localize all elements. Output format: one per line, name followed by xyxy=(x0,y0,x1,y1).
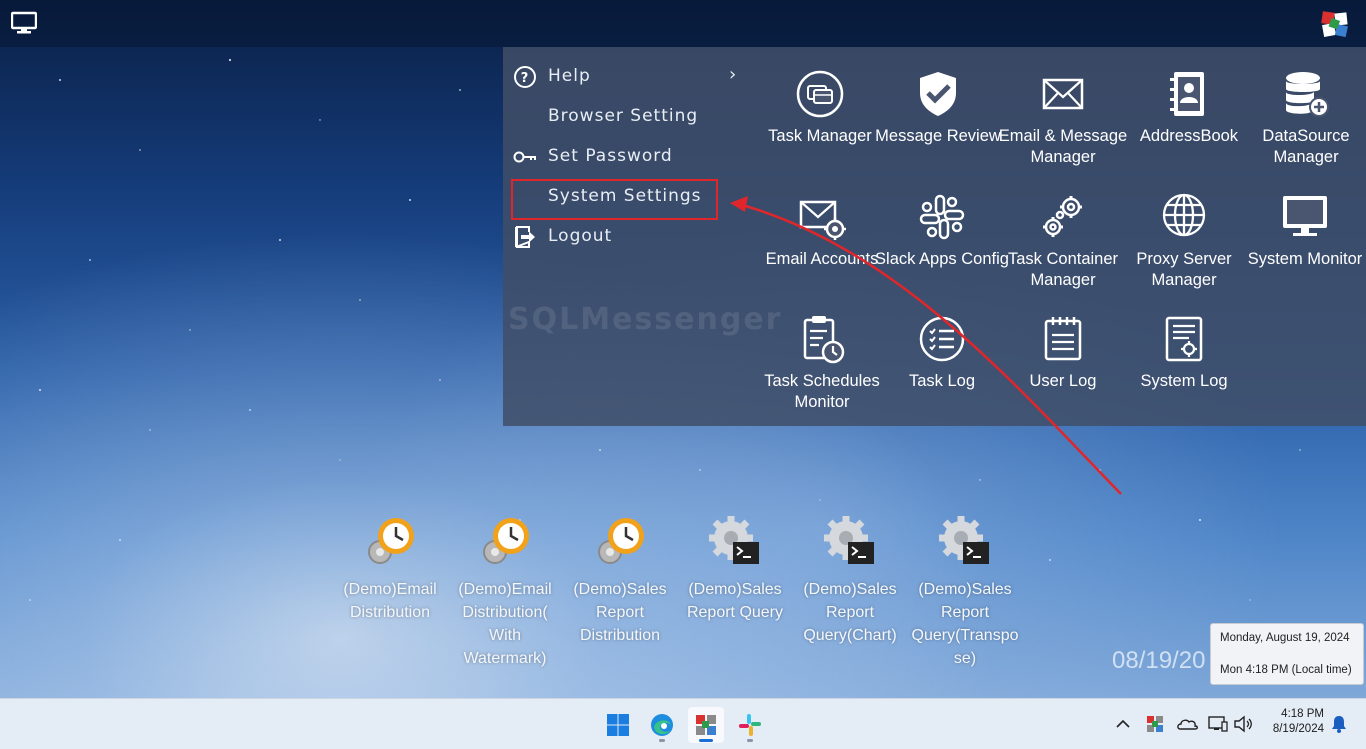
logout-icon xyxy=(515,226,535,248)
tile-email-message-manager[interactable]: Email & Message Manager xyxy=(994,69,1132,184)
onedrive-icon[interactable] xyxy=(1176,713,1198,735)
address-book-icon xyxy=(1170,72,1204,116)
sqlmessenger-logo-icon[interactable] xyxy=(1320,10,1350,38)
clock-time: 4:18 PM xyxy=(1281,708,1324,720)
shield-check-icon xyxy=(920,72,956,116)
volume-icon[interactable] xyxy=(1232,713,1254,735)
tile-proxy-server-manager[interactable]: Proxy Server Manager xyxy=(1115,192,1253,307)
tile-label: Message Review xyxy=(875,127,1001,145)
menu-item-label: Browser Setting xyxy=(548,106,699,126)
sqlmessenger-watermark: SQLMessenger xyxy=(508,302,783,337)
sqlmessenger-icon xyxy=(696,715,716,735)
taskbar-app-slack[interactable] xyxy=(732,707,768,743)
clock-gear-icon xyxy=(598,518,644,564)
gear-terminal-icon xyxy=(939,516,989,564)
clipboard-clock-icon xyxy=(803,316,845,364)
envelope-icon xyxy=(1042,78,1084,110)
clock-gear-icon xyxy=(368,518,414,564)
desktop-icon-label: (Demo)Email Distribution( With Watermark… xyxy=(458,581,552,667)
tile-label: DataSource Manager xyxy=(1262,127,1350,166)
tooltip-time: Mon 4:18 PM (Local time) xyxy=(1220,664,1352,676)
menu-item-label: Logout xyxy=(548,226,613,246)
top-bar xyxy=(0,0,1366,47)
svg-text:?: ? xyxy=(521,71,530,86)
tile-label: Proxy Server Manager xyxy=(1136,250,1232,289)
gears-icon xyxy=(1043,196,1082,237)
key-icon xyxy=(513,151,536,163)
globe-icon xyxy=(1162,193,1206,237)
menu-item-browser-setting[interactable]: Browser Setting xyxy=(503,97,753,137)
email-settings-icon xyxy=(799,200,846,240)
menu-item-logout[interactable]: Logout xyxy=(503,217,753,257)
tile-message-review[interactable]: Message Review xyxy=(869,69,1007,184)
tile-label: System Monitor xyxy=(1247,250,1363,268)
tile-datasource-manager[interactable]: DataSource Manager xyxy=(1237,69,1366,184)
task-manager-icon xyxy=(796,70,844,118)
tile-task-schedules-monitor[interactable]: Task Schedules Monitor xyxy=(753,314,891,429)
notification-bell-icon[interactable] xyxy=(1328,713,1350,735)
tooltip-date: Monday, August 19, 2024 xyxy=(1220,632,1350,644)
desktop-icon-label: (Demo)Sales Report Query(Chart) xyxy=(803,581,897,644)
tile-label: Task Log xyxy=(908,372,976,390)
list-check-icon xyxy=(919,316,965,362)
clock-tooltip: Monday, August 19, 2024 Mon 4:18 PM (Loc… xyxy=(1210,623,1364,685)
slack-icon xyxy=(919,194,965,240)
monitor-icon xyxy=(1283,196,1327,236)
edge-icon xyxy=(651,714,673,736)
tile-slack-apps-config[interactable]: Slack Apps Config xyxy=(873,192,1011,307)
sqlmessenger-tray-icon[interactable] xyxy=(1144,713,1166,735)
tile-email-accounts[interactable]: Email Accounts xyxy=(753,192,891,307)
clock-gear-icon xyxy=(483,518,529,564)
taskbar-app-edge[interactable] xyxy=(644,707,680,743)
chevron-right-icon: › xyxy=(729,64,738,85)
windows-start-button[interactable] xyxy=(600,707,636,743)
tile-system-monitor[interactable]: System Monitor xyxy=(1236,192,1366,307)
tile-system-log[interactable]: System Log xyxy=(1115,314,1253,429)
show-desktop-monitor-icon[interactable] xyxy=(11,11,37,35)
clock-date: 8/19/2024 xyxy=(1272,723,1324,735)
desktop-icon-label: (Demo)Email Distribution xyxy=(343,581,437,621)
taskbar-clock[interactable]: 4:18 PM 8/19/2024 xyxy=(1262,707,1324,737)
tile-label: Task Container Manager xyxy=(1007,250,1119,289)
desktop-icon-label: (Demo)Sales Report Query xyxy=(686,581,784,621)
document-gear-icon xyxy=(1165,316,1203,362)
running-indicator xyxy=(659,739,665,742)
main-menu-panel: SQLMessenger ? Help › Browser Setting Se… xyxy=(503,47,1366,426)
notepad-icon xyxy=(1044,317,1082,361)
desktop-icon-label: (Demo)Sales Report Query(Transpose) xyxy=(911,581,1019,667)
network-icon[interactable] xyxy=(1207,713,1229,735)
running-indicator xyxy=(747,739,753,742)
tile-label: User Log xyxy=(1029,372,1097,390)
tile-label: Email & Message Manager xyxy=(998,127,1128,166)
taskbar: 4:18 PM 8/19/2024 xyxy=(0,698,1366,749)
tile-label: System Log xyxy=(1140,372,1228,390)
tile-task-container-manager[interactable]: Task Container Manager xyxy=(994,192,1132,307)
gear-terminal-icon xyxy=(709,516,759,564)
tile-task-log[interactable]: Task Log xyxy=(873,314,1011,429)
windows-start-icon xyxy=(607,714,629,736)
gear-terminal-icon xyxy=(824,516,874,564)
tile-label: Slack Apps Config xyxy=(875,250,1009,268)
tile-label: Email Accounts xyxy=(765,250,879,268)
taskbar-app-sqlmessenger[interactable] xyxy=(688,707,724,743)
menu-item-label: Help xyxy=(548,66,591,86)
tile-user-log[interactable]: User Log xyxy=(994,314,1132,429)
slack-icon xyxy=(739,714,761,736)
desktop-icon-label: (Demo)Sales Report Distribution xyxy=(573,581,667,644)
menu-item-help[interactable]: ? Help › xyxy=(503,57,753,97)
menu-item-set-password[interactable]: Set Password xyxy=(503,137,753,177)
highlight-annotation-box xyxy=(511,179,718,220)
chevron-up-icon[interactable] xyxy=(1112,713,1134,735)
tile-label: Task Schedules Monitor xyxy=(764,372,880,411)
database-add-icon xyxy=(1286,72,1329,117)
desktop-date-display: 08/19/20 xyxy=(1112,647,1206,674)
menu-item-label: Set Password xyxy=(548,146,673,166)
help-circle-icon: ? xyxy=(514,66,536,88)
active-indicator xyxy=(699,739,713,742)
